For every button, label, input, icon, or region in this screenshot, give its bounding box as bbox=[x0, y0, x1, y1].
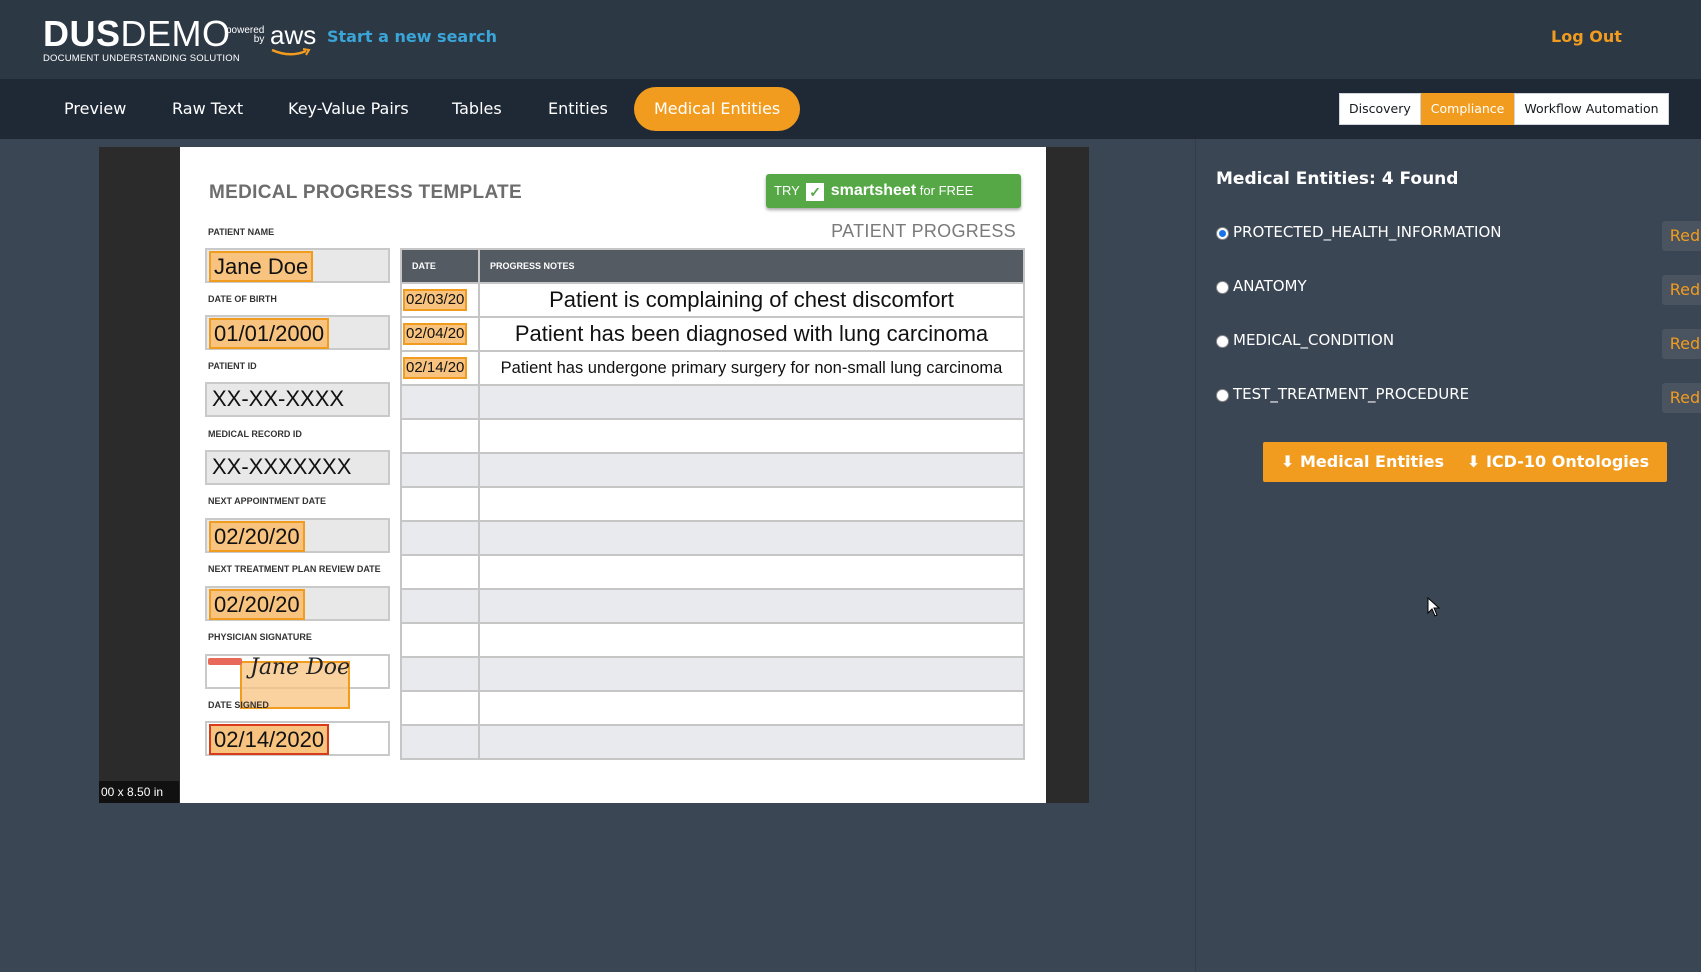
start-new-search-link[interactable]: Start a new search bbox=[327, 27, 497, 46]
progress-table: DATE PROGRESS NOTES 02/03/20 Patient is … bbox=[400, 248, 1025, 760]
entity-radio[interactable] bbox=[1216, 227, 1229, 240]
entity-highlight[interactable]: 02/04/20 bbox=[403, 323, 468, 345]
redact-button[interactable]: Redact bbox=[1661, 329, 1701, 359]
table-header-row: DATE PROGRESS NOTES bbox=[400, 248, 1025, 284]
checkmark-icon: ✓ bbox=[806, 182, 825, 201]
date-of-birth-box: 01/01/2000 bbox=[205, 315, 390, 350]
next-appointment-box: 02/20/20 bbox=[205, 518, 390, 553]
table-row: 02/14/20 Patient has undergone primary s… bbox=[400, 350, 1025, 386]
document-page: MEDICAL PROGRESS TEMPLATE TRY ✓ smartshe… bbox=[180, 147, 1046, 803]
table-row bbox=[400, 486, 1025, 522]
redact-button[interactable]: Redact bbox=[1661, 383, 1701, 413]
entity-highlight[interactable]: 01/01/2000 bbox=[209, 318, 330, 349]
patient-id-box: XX-XX-XXXX bbox=[205, 382, 390, 417]
entity-row-phi: PROTECTED_HEALTH_INFORMATION Redact bbox=[1216, 221, 1701, 251]
table-row bbox=[400, 520, 1025, 556]
entity-label[interactable]: MEDICAL_CONDITION bbox=[1233, 331, 1394, 349]
medical-record-id-box: XX-XXXXXXX bbox=[205, 450, 390, 485]
aws-logo: aws bbox=[270, 20, 317, 50]
progress-note: Patient has undergone primary surgery fo… bbox=[478, 350, 1025, 386]
logo-bold: DUS bbox=[43, 13, 121, 54]
document-title: MEDICAL PROGRESS TEMPLATE bbox=[209, 182, 522, 203]
progress-note: Patient has been diagnosed with lung car… bbox=[478, 316, 1025, 352]
entities-count-title: Medical Entities: 4 Found bbox=[1216, 169, 1459, 189]
redact-button[interactable]: Redact bbox=[1661, 275, 1701, 305]
powered-by-label: powered by bbox=[226, 25, 265, 45]
entities-panel: Medical Entities: 4 Found PROTECTED_HEAL… bbox=[1195, 139, 1701, 972]
tab-tables[interactable]: Tables bbox=[432, 87, 522, 131]
table-row bbox=[400, 384, 1025, 420]
entity-row-test-treatment: TEST_TREATMENT_PROCEDURE Redact bbox=[1216, 383, 1701, 413]
download-icd10-button[interactable]: ⬇ ICD-10 Ontologies bbox=[1449, 442, 1668, 482]
entity-label[interactable]: PROTECTED_HEALTH_INFORMATION bbox=[1233, 223, 1501, 241]
entity-label[interactable]: ANATOMY bbox=[1233, 277, 1307, 295]
dus-logo[interactable]: DUSDEMO DOCUMENT UNDERSTANDING SOLUTION bbox=[43, 13, 240, 65]
field-label: NEXT APPOINTMENT DATE bbox=[208, 496, 327, 506]
page-size-label: 00 x 8.50 in bbox=[99, 781, 179, 803]
redact-button[interactable]: Redact bbox=[1661, 221, 1701, 251]
table-row bbox=[400, 690, 1025, 726]
logo-light: DEMO bbox=[120, 13, 231, 54]
mode-compliance[interactable]: Compliance bbox=[1420, 93, 1515, 125]
tab-entities[interactable]: Entities bbox=[528, 87, 628, 131]
table-row bbox=[400, 452, 1025, 488]
entity-row-medical-condition: MEDICAL_CONDITION Redact bbox=[1216, 329, 1701, 359]
mode-discovery[interactable]: Discovery bbox=[1339, 93, 1421, 125]
column-header: DATE bbox=[400, 248, 480, 284]
patient-name-box: Jane Doe bbox=[205, 248, 390, 283]
field-label: DATE OF BIRTH bbox=[208, 294, 277, 304]
field-label: PATIENT NAME bbox=[208, 227, 275, 237]
physician-signature: Jane Doe bbox=[250, 655, 351, 680]
aws-smile-icon bbox=[271, 48, 311, 56]
entity-row-anatomy: ANATOMY Redact bbox=[1216, 275, 1701, 305]
patient-progress-heading: PATIENT PROGRESS bbox=[831, 221, 1016, 241]
field-value: XX-XX-XXXX bbox=[212, 386, 345, 411]
table-row bbox=[400, 418, 1025, 454]
field-label: NEXT TREATMENT PLAN REVIEW DATE bbox=[208, 564, 381, 574]
table-row: 02/03/20 Patient is complaining of chest… bbox=[400, 282, 1025, 318]
table-row bbox=[400, 554, 1025, 590]
mode-workflow-automation[interactable]: Workflow Automation bbox=[1514, 93, 1669, 125]
entity-radio[interactable] bbox=[1216, 335, 1229, 348]
entity-highlight[interactable]: Jane Doe bbox=[209, 251, 314, 282]
tab-preview[interactable]: Preview bbox=[44, 87, 146, 131]
entity-radio[interactable] bbox=[1216, 389, 1229, 402]
field-label: PATIENT ID bbox=[208, 361, 257, 371]
tab-key-value-pairs[interactable]: Key-Value Pairs bbox=[268, 87, 429, 131]
table-row bbox=[400, 656, 1025, 692]
entity-highlight[interactable]: 02/03/20 bbox=[403, 289, 468, 311]
progress-note: Patient is complaining of chest discomfo… bbox=[478, 282, 1025, 318]
field-value: XX-XXXXXXX bbox=[212, 454, 352, 479]
column-header: PROGRESS NOTES bbox=[478, 248, 1025, 284]
app-header: DUSDEMO DOCUMENT UNDERSTANDING SOLUTION … bbox=[0, 0, 1701, 79]
table-row bbox=[400, 724, 1025, 760]
entity-label[interactable]: TEST_TREATMENT_PROCEDURE bbox=[1233, 385, 1469, 403]
mode-switcher: Discovery Compliance Workflow Automation bbox=[1339, 93, 1669, 125]
field-label: PHYSICIAN SIGNATURE bbox=[208, 632, 312, 642]
tab-medical-entities[interactable]: Medical Entities bbox=[634, 87, 801, 131]
tab-raw-text[interactable]: Raw Text bbox=[152, 87, 263, 131]
table-row bbox=[400, 588, 1025, 624]
field-label: MEDICAL RECORD ID bbox=[208, 429, 302, 439]
try-smartsheet-banner: TRY ✓ smartsheet for FREE bbox=[766, 174, 1021, 208]
date-signed-box: 02/14/2020 bbox=[205, 721, 390, 756]
entity-highlight[interactable]: 02/20/20 bbox=[209, 521, 305, 552]
entity-highlight[interactable]: 02/14/2020 bbox=[209, 724, 330, 755]
signature-tag bbox=[208, 658, 242, 665]
download-medical-entities-button[interactable]: ⬇ Medical Entities bbox=[1263, 442, 1462, 482]
logo-subtitle: DOCUMENT UNDERSTANDING SOLUTION bbox=[43, 53, 240, 64]
table-row bbox=[400, 622, 1025, 658]
entity-highlight[interactable]: 02/20/20 bbox=[209, 589, 305, 620]
next-review-box: 02/20/20 bbox=[205, 586, 390, 621]
entity-highlight[interactable]: 02/14/20 bbox=[403, 357, 468, 379]
field-label: DATE SIGNED bbox=[208, 700, 269, 710]
mouse-cursor-icon bbox=[1427, 597, 1441, 617]
table-row: 02/04/20 Patient has been diagnosed with… bbox=[400, 316, 1025, 352]
log-out-link[interactable]: Log Out bbox=[1551, 27, 1622, 46]
entity-radio[interactable] bbox=[1216, 281, 1229, 294]
